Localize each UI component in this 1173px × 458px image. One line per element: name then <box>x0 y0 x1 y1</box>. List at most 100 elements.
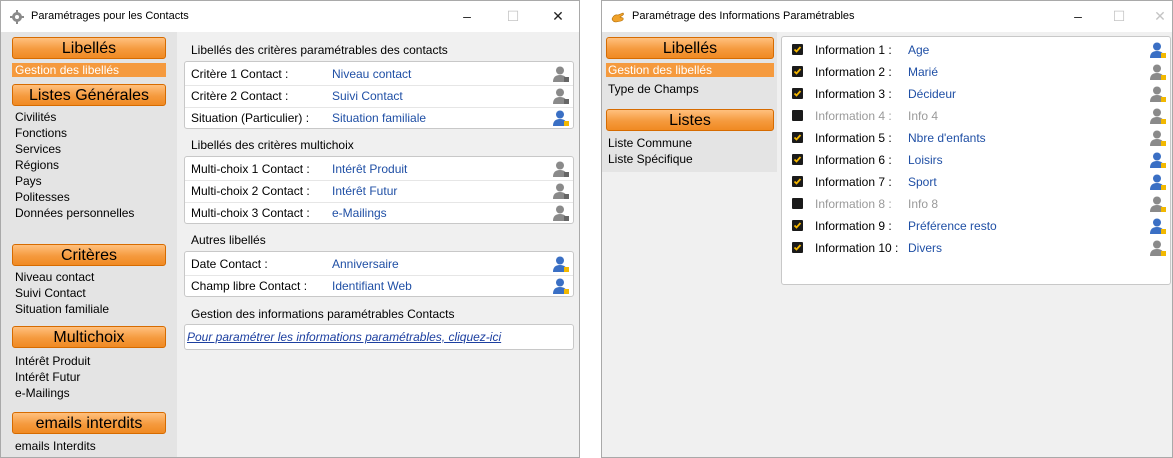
information-value[interactable]: Info 4 <box>908 109 938 123</box>
user-blue-icon[interactable] <box>1149 217 1167 235</box>
row-value[interactable]: e-Mailings <box>332 206 387 220</box>
section-libelles[interactable]: Libellés <box>606 37 774 59</box>
criteria-row[interactable]: Multi-choix 1 Contact : Intérêt Produit <box>185 158 573 180</box>
user-gray-icon[interactable] <box>552 65 570 83</box>
information-row[interactable]: Information 5 : Nbre d'enfants <box>782 127 1170 149</box>
sidebar-item-politesses[interactable]: Politesses <box>15 190 70 204</box>
minimize-button[interactable]: – <box>444 1 490 32</box>
section-libelles[interactable]: Libellés <box>12 37 166 59</box>
user-blue-icon[interactable] <box>552 109 570 127</box>
user-gray-icon[interactable] <box>552 182 570 200</box>
maximize-button[interactable]: ☐ <box>490 1 536 32</box>
user-blue-icon[interactable] <box>1149 41 1167 59</box>
close-button[interactable]: ✕ <box>535 1 579 32</box>
row-value[interactable]: Suivi Contact <box>332 89 403 103</box>
sidebar-item-regions[interactable]: Régions <box>15 158 59 172</box>
information-value[interactable]: Loisirs <box>908 153 943 167</box>
sidebar-item-civilites[interactable]: Civilités <box>15 110 56 124</box>
user-gray-icon[interactable] <box>552 160 570 178</box>
information-value[interactable]: Sport <box>908 175 937 189</box>
row-value[interactable]: Identifiant Web <box>332 279 412 293</box>
information-row[interactable]: Information 10 : Divers <box>782 237 1170 259</box>
row-value[interactable]: Intérêt Futur <box>332 184 397 198</box>
checkbox-checked[interactable] <box>792 44 803 55</box>
user-gray-icon[interactable] <box>1149 85 1167 103</box>
section-emails-interdits[interactable]: emails interdits <box>12 412 166 434</box>
sidebar-item-fonctions[interactable]: Fonctions <box>15 126 67 140</box>
row-value[interactable]: Niveau contact <box>332 67 411 81</box>
checkbox-checked[interactable] <box>792 220 803 231</box>
information-row[interactable]: Information 8 : Info 8 <box>782 193 1170 215</box>
sidebar-item-services[interactable]: Services <box>15 142 61 156</box>
user-gray-icon[interactable] <box>1149 195 1167 213</box>
criteria-row[interactable]: Critère 1 Contact : Niveau contact <box>185 63 573 85</box>
information-row[interactable]: Information 6 : Loisirs <box>782 149 1170 171</box>
information-value[interactable]: Info 8 <box>908 197 938 211</box>
section-criteres[interactable]: Critères <box>12 244 166 266</box>
information-row[interactable]: Information 4 : Info 4 <box>782 105 1170 127</box>
criteria-row[interactable]: Champ libre Contact : Identifiant Web <box>185 275 573 297</box>
user-gray-icon[interactable] <box>1149 239 1167 257</box>
row-value[interactable]: Situation familiale <box>332 111 426 125</box>
user-blue-icon[interactable] <box>552 255 570 273</box>
checkbox-checked[interactable] <box>792 132 803 143</box>
user-gray-icon[interactable] <box>552 87 570 105</box>
user-gray-icon[interactable] <box>1149 107 1167 125</box>
criteria-row[interactable]: Multi-choix 3 Contact : e-Mailings <box>185 202 573 224</box>
checkbox-unchecked[interactable] <box>792 110 803 121</box>
information-value[interactable]: Divers <box>908 241 942 255</box>
checkbox-unchecked[interactable] <box>792 198 803 209</box>
section-listes-generales[interactable]: Listes Générales <box>12 84 166 106</box>
information-row[interactable]: Information 3 : Décideur <box>782 83 1170 105</box>
information-row[interactable]: Information 9 : Préférence resto <box>782 215 1170 237</box>
sidebar-item-niveau-contact[interactable]: Niveau contact <box>15 270 94 284</box>
minimize-button[interactable]: – <box>1055 1 1101 32</box>
criteres-box: Critère 1 Contact : Niveau contact Critè… <box>184 61 574 129</box>
information-value[interactable]: Préférence resto <box>908 219 997 233</box>
informations-link[interactable]: Pour paramétrer les informations paramét… <box>187 330 501 344</box>
sidebar-item-pays[interactable]: Pays <box>15 174 42 188</box>
user-gray-icon[interactable] <box>1149 63 1167 81</box>
sidebar-item-interet-futur[interactable]: Intérêt Futur <box>15 370 80 384</box>
checkbox-checked[interactable] <box>792 242 803 253</box>
checkbox-checked[interactable] <box>792 66 803 77</box>
checkbox-checked[interactable] <box>792 154 803 165</box>
window-client: Libellés Gestion des libellés Listes Gén… <box>1 32 579 457</box>
information-row[interactable]: Information 7 : Sport <box>782 171 1170 193</box>
row-value[interactable]: Anniversaire <box>332 257 399 271</box>
row-value[interactable]: Intérêt Produit <box>332 162 407 176</box>
information-value[interactable]: Age <box>908 43 929 57</box>
section-multichoix[interactable]: Multichoix <box>12 326 166 348</box>
criteria-row[interactable]: Critère 2 Contact : Suivi Contact <box>185 85 573 107</box>
criteria-row[interactable]: Multi-choix 2 Contact : Intérêt Futur <box>185 180 573 202</box>
sidebar-item-suivi-contact[interactable]: Suivi Contact <box>15 286 86 300</box>
criteria-row[interactable]: Date Contact : Anniversaire <box>185 253 573 275</box>
criteria-row[interactable]: Situation (Particulier) : Situation fami… <box>185 107 573 129</box>
user-blue-icon[interactable] <box>1149 151 1167 169</box>
sidebar-item-gestion-libelles[interactable]: Gestion des libellés <box>606 63 774 77</box>
information-value[interactable]: Nbre d'enfants <box>908 131 986 145</box>
sidebar-item-type-de-champs[interactable]: Type de Champs <box>608 82 699 96</box>
user-gray-icon[interactable] <box>1149 129 1167 147</box>
maximize-button[interactable]: ☐ <box>1096 1 1142 32</box>
section-listes[interactable]: Listes <box>606 109 774 131</box>
sidebar-item-interet-produit[interactable]: Intérêt Produit <box>15 354 90 368</box>
sidebar-item-donnees-personnelles[interactable]: Données personnelles <box>15 206 134 220</box>
sidebar-item-liste-commune[interactable]: Liste Commune <box>608 136 692 150</box>
autres-box: Date Contact : Anniversaire Champ libre … <box>184 251 574 297</box>
sidebar-item-gestion-libelles[interactable]: Gestion des libellés <box>12 63 166 77</box>
sidebar-item-e-mailings[interactable]: e-Mailings <box>15 386 70 400</box>
user-blue-icon[interactable] <box>552 277 570 295</box>
information-row[interactable]: Information 2 : Marié <box>782 61 1170 83</box>
information-value[interactable]: Décideur <box>908 87 956 101</box>
sidebar-item-situation-familiale[interactable]: Situation familiale <box>15 302 109 316</box>
sidebar-item-liste-specifique[interactable]: Liste Spécifique <box>608 152 693 166</box>
information-value[interactable]: Marié <box>908 65 938 79</box>
sidebar-item-emails-interdits[interactable]: emails Interdits <box>15 439 96 453</box>
user-gray-icon[interactable] <box>552 204 570 222</box>
user-blue-icon[interactable] <box>1149 173 1167 191</box>
information-row[interactable]: Information 1 : Age <box>782 39 1170 61</box>
checkbox-checked[interactable] <box>792 88 803 99</box>
checkbox-checked[interactable] <box>792 176 803 187</box>
close-button[interactable]: ✕ <box>1137 1 1172 32</box>
